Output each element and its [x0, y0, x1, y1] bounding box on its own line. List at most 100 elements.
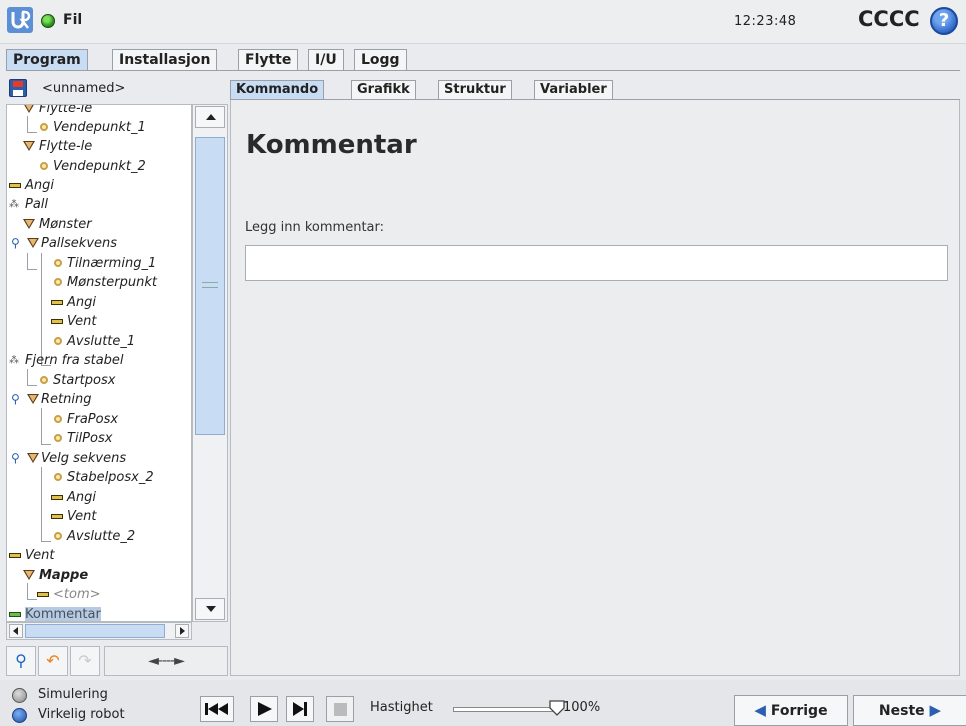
set-icon	[37, 592, 49, 597]
tree-node[interactable]: Flytte-le	[23, 137, 92, 156]
tree-node[interactable]: Mønster	[23, 215, 92, 234]
tree-node[interactable]: Startposx	[37, 371, 115, 390]
speed-value: 100%	[563, 700, 601, 715]
footer-bar: Simulering Virkelig robot Hastighet 100%…	[0, 680, 966, 726]
waypoint-icon	[54, 473, 62, 481]
rewind-icon	[205, 703, 228, 715]
waypoint-icon	[54, 259, 62, 267]
next-button[interactable]: Neste ▶	[853, 695, 966, 726]
play-icon	[258, 702, 272, 716]
comment-icon	[9, 612, 21, 617]
tree-node[interactable]: Vendepunkt_1	[37, 118, 146, 137]
stop-button[interactable]	[326, 696, 354, 722]
tree-node[interactable]: ⚲ Retning	[11, 390, 91, 409]
set-icon	[51, 300, 63, 305]
program-header: <unnamed>	[6, 78, 228, 100]
arrow-left-icon: ◀	[754, 701, 766, 719]
tab-structure[interactable]: Struktur	[438, 80, 512, 100]
real-robot-option[interactable]: Virkelig robot	[12, 705, 125, 725]
tree-node[interactable]: <tom>	[37, 585, 101, 604]
scroll-thumb[interactable]	[195, 137, 225, 435]
scroll-down-icon[interactable]	[195, 598, 225, 620]
set-icon	[51, 514, 63, 519]
waypoint-icon	[54, 434, 62, 442]
simulation-option[interactable]: Simulering	[12, 685, 108, 705]
redo-icon[interactable]: ↷	[70, 646, 100, 676]
scroll-up-icon[interactable]	[195, 106, 225, 128]
stop-icon	[334, 703, 347, 716]
set-icon	[51, 495, 63, 500]
tree-node[interactable]: Vent	[9, 546, 54, 565]
play-button[interactable]	[250, 696, 278, 722]
tab-log[interactable]: Logg	[354, 49, 407, 71]
speed-label: Hastighet	[370, 700, 433, 715]
tree-node[interactable]: Avslutte_1	[51, 332, 135, 351]
command-panel: Kommentar Legg inn kommentar:	[230, 100, 960, 676]
tree-node[interactable]: Stabelposx_2	[51, 468, 154, 487]
move-node-button[interactable]: ◄----►	[104, 646, 228, 676]
save-icon[interactable]	[9, 79, 27, 97]
file-menu[interactable]: Fil	[63, 12, 82, 28]
move-icon	[27, 238, 39, 248]
radio-selected-icon[interactable]	[12, 708, 27, 723]
search-icon[interactable]: ⚲	[6, 646, 36, 676]
program-tree[interactable]: Flytte-le Vendepunkt_1 Flytte-le Vendepu…	[6, 104, 192, 622]
tree-horizontal-scrollbar[interactable]	[6, 622, 192, 640]
expand-key-icon[interactable]: ⚲	[11, 452, 23, 464]
tree-node[interactable]: Flytte-le	[23, 105, 92, 118]
step-icon	[293, 702, 307, 716]
rewind-button[interactable]	[200, 696, 234, 722]
tree-node[interactable]: Vendepunkt_2	[37, 157, 146, 176]
page-title: Kommentar	[246, 130, 417, 160]
tab-variables[interactable]: Variabler	[534, 80, 613, 100]
tab-installation[interactable]: Installasjon	[112, 49, 218, 71]
radio-icon[interactable]	[12, 688, 27, 703]
tab-command[interactable]: Kommando	[230, 80, 325, 100]
pallet-icon: ⁂	[9, 199, 19, 210]
tree-node[interactable]: Angi	[51, 293, 96, 312]
set-icon	[9, 553, 21, 558]
tree-node[interactable]: ⁂ Fjern fra stabel	[9, 351, 124, 370]
move-icon	[23, 105, 35, 113]
robot-status-icon[interactable]	[41, 14, 55, 28]
tree-node[interactable]: Vent	[51, 312, 96, 331]
tab-io[interactable]: I/U	[308, 49, 344, 71]
waypoint-icon	[54, 278, 62, 286]
tree-node[interactable]: FraPosx	[51, 410, 118, 429]
tree-node[interactable]: ⚲ Velg sekvens	[11, 449, 126, 468]
tree-node[interactable]: Avslutte_2	[51, 527, 135, 546]
set-icon	[9, 183, 21, 188]
scroll-right-icon[interactable]	[175, 624, 189, 638]
scroll-left-icon[interactable]	[9, 624, 23, 638]
tree-node[interactable]: Angi	[51, 488, 96, 507]
expand-key-icon[interactable]: ⚲	[11, 393, 23, 405]
tree-node[interactable]: Tilnærming_1	[51, 254, 156, 273]
tab-program[interactable]: Program	[6, 49, 88, 71]
tree-node[interactable]: ⁂ Pall	[9, 195, 48, 214]
waypoint-icon	[40, 123, 48, 131]
tree-node-selected[interactable]: Kommentar	[9, 605, 101, 621]
expand-key-icon[interactable]: ⚲	[11, 237, 23, 249]
tree-vertical-scrollbar[interactable]	[192, 104, 228, 622]
tree-node[interactable]: Angi	[9, 176, 54, 195]
tree-node[interactable]: ⚲ Pallsekvens	[11, 234, 117, 253]
clock: 12:23:48	[734, 14, 797, 29]
previous-button[interactable]: ◀ Forrige	[734, 695, 848, 726]
speed-slider[interactable]	[453, 707, 557, 712]
undo-icon[interactable]: ↶	[38, 646, 68, 676]
step-button[interactable]	[286, 696, 314, 722]
waypoint-icon	[54, 337, 62, 345]
tree-node[interactable]: Vent	[51, 507, 96, 526]
scroll-thumb[interactable]	[25, 624, 165, 638]
comment-label: Legg inn kommentar:	[245, 220, 385, 235]
waypoint-icon	[54, 532, 62, 540]
comment-input[interactable]	[245, 245, 948, 281]
tree-node[interactable]: Mappe	[23, 566, 88, 585]
tree-node[interactable]: TilPosx	[51, 429, 112, 448]
waypoint-icon	[40, 162, 48, 170]
top-bar: Fil 12:23:48 CCCC ?	[0, 0, 966, 44]
help-icon[interactable]: ?	[930, 7, 958, 35]
tree-node[interactable]: Mønsterpunkt	[51, 273, 157, 292]
tab-move[interactable]: Flytte	[238, 49, 299, 71]
tab-graphics[interactable]: Grafikk	[351, 80, 416, 100]
